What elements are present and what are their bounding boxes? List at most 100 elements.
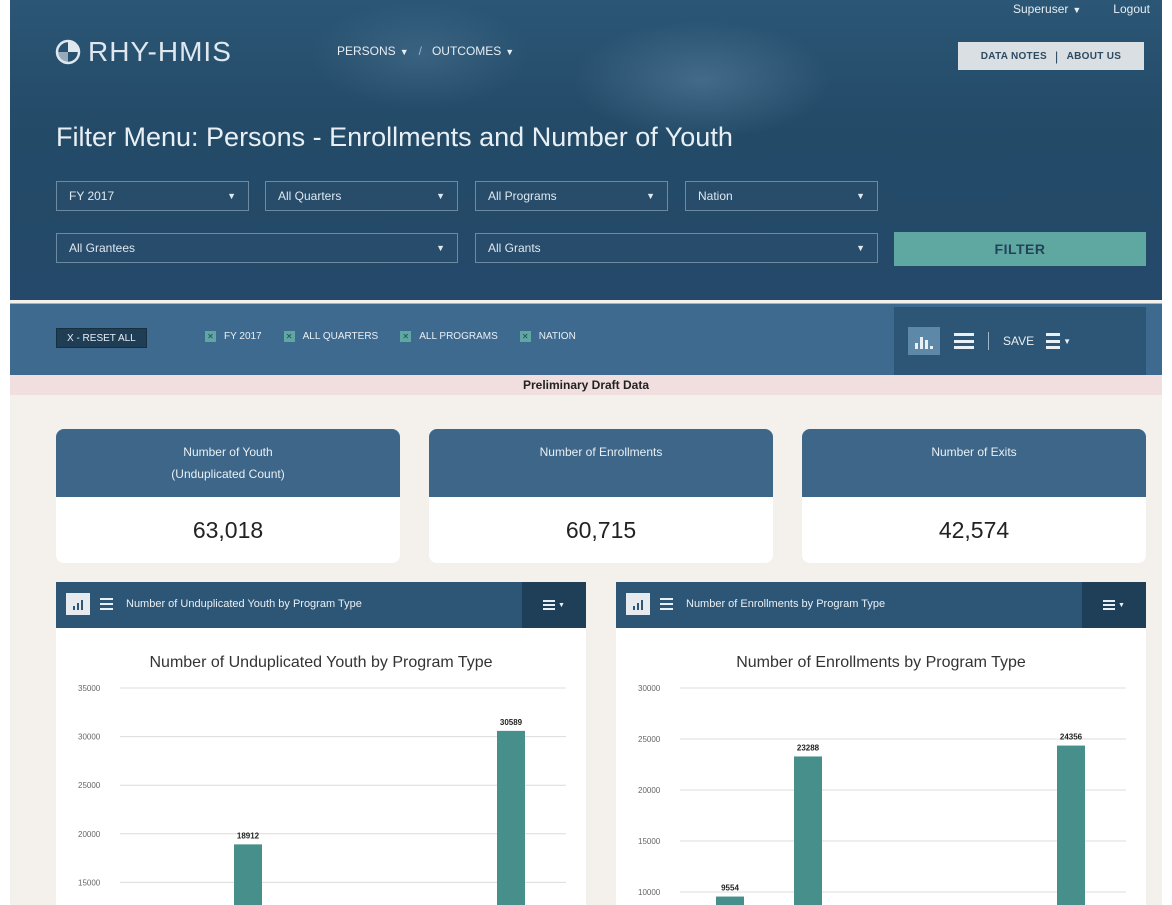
bar [497,730,525,905]
save-button[interactable]: SAVE [1003,334,1034,348]
y-tick-label: 25000 [78,781,101,790]
data-label: 23288 [797,743,820,752]
user-menu[interactable]: Superuser ▼ [1013,2,1081,16]
y-tick-label: 20000 [78,830,101,839]
kpi-header: Number of Enrollments [429,429,773,497]
data-label: 9554 [721,884,739,893]
year-select[interactable]: FY 2017 ▼ [56,181,249,211]
filter-button[interactable]: FILTER [894,232,1146,266]
chip-label: NATION [538,331,576,342]
quarter-select[interactable]: All Quarters ▼ [265,181,458,211]
y-tick-label: 35000 [78,684,101,693]
year-select-value: FY 2017 [69,189,115,203]
nav-persons[interactable]: PERSONS ▼ [337,44,409,58]
caret-down-icon: ▼ [856,191,865,201]
remove-icon[interactable]: ✕ [519,331,531,342]
draft-notice: Preliminary Draft Data [10,375,1162,395]
quarter-select-value: All Quarters [278,189,342,203]
data-label: 18912 [237,831,260,840]
nav-outcomes[interactable]: OUTCOMES ▼ [432,44,514,58]
active-filter-chips: ✕ FY 2017 ✕ ALL QUARTERS ✕ ALL PROGRAMS ✕ NA… [205,331,598,342]
toolbar-divider [988,332,989,350]
bar [794,756,822,905]
caret-down-icon: ▼ [646,191,655,201]
y-tick-label: 25000 [638,735,661,744]
caret-down-icon: ▼ [436,243,445,253]
table-view-icon[interactable] [954,333,974,349]
caret-down-icon: ▼ [856,243,865,253]
page-title: Filter Menu: Persons - Enrollments and N… [56,122,733,152]
kpi-label: Number of Youth [183,445,273,459]
chip-nation[interactable]: ✕ NATION [519,331,576,342]
kpi-header: Number of Exits [802,429,1146,497]
caret-down-icon: ▼ [505,47,515,57]
grantee-select[interactable]: All Grantees ▼ [56,233,458,263]
chip-quarters[interactable]: ✕ ALL QUARTERS [283,331,379,342]
kpi-label: Number of Enrollments [539,445,663,459]
app-frame: RHY-HMIS PERSONS ▼ / OUTCOMES ▼ Superuser ▼… [10,0,1162,905]
caret-down-icon: ▼ [1072,5,1082,15]
about-us-link[interactable]: ABOUT US [1067,51,1122,62]
kpi-label: Number of Exits [931,445,1017,459]
y-tick-label: 15000 [638,837,661,846]
y-tick-label: 10000 [638,888,661,897]
chart-view-icon[interactable] [908,327,940,355]
y-tick-label: 20000 [638,786,661,795]
caret-down-icon: ▼ [1063,336,1072,346]
kpi-sublabel: (Unduplicated Count) [171,467,285,481]
remove-icon[interactable]: ✕ [400,331,412,342]
grant-select-value: All Grants [488,241,541,255]
info-buttons: DATA NOTES | ABOUT US [958,42,1144,70]
bar [234,844,262,905]
data-label: 30589 [500,718,523,727]
bar [716,896,744,905]
chip-label: ALL QUARTERS [302,331,379,342]
kpi-value: 42,574 [938,516,1010,543]
bar-chart-enrollments: 10000 15000 20000 25000 30000 9554 23288 24356 [638,684,1126,905]
caret-down-icon: ▼ [436,191,445,201]
grantee-select-value: All Grantees [69,241,136,255]
kpi-card-youth: Number of Youth (Unduplicated Count) 63,… [56,429,400,563]
kpi-header: Number of Youth (Unduplicated Count) [56,429,400,497]
region-select-value: Nation [698,189,733,203]
kpi-value: 63,018 [192,516,264,543]
reset-all-button[interactable]: X - RESET ALL [56,328,147,348]
nav-persons-label: PERSONS [337,44,396,58]
kpi-card-enrollments: Number of Enrollments 60,715 [429,429,773,563]
info-divider: | [1054,48,1059,64]
nav-separator: / [418,44,422,58]
bar [1057,745,1085,905]
logo-icon [55,39,81,65]
caret-down-icon: ▼ [227,191,236,201]
header: RHY-HMIS PERSONS ▼ / OUTCOMES ▼ Superuser ▼… [10,0,1162,300]
top-nav: PERSONS ▼ / OUTCOMES ▼ [337,44,514,58]
program-select-value: All Programs [488,189,557,203]
data-notes-link[interactable]: DATA NOTES [981,51,1047,62]
y-tick-label: 30000 [638,684,661,693]
remove-icon[interactable]: ✕ [205,331,216,342]
chip-label: ALL PROGRAMS [419,331,498,342]
user-name: Superuser [1013,2,1069,16]
remove-icon[interactable]: ✕ [283,331,295,342]
logo-text: RHY-HMIS [88,36,232,67]
program-select[interactable]: All Programs ▼ [475,181,668,211]
user-bar: Superuser ▼ Logout [981,2,1150,16]
chip-label: FY 2017 [224,331,262,342]
view-toolbar: SAVE ▼ [894,307,1146,375]
chart-panel-enrollments: Number of Enrollments by Program Type ▼ … [616,582,1146,905]
kpi-value: 60,715 [565,516,637,543]
bar-chart-youth: 1500020000250003000035000112091891230589 [78,684,566,905]
data-label: 24356 [1060,733,1083,742]
region-select[interactable]: Nation ▼ [685,181,878,211]
logout-link[interactable]: Logout [1113,2,1150,16]
nav-outcomes-label: OUTCOMES [431,44,502,58]
y-tick-label: 30000 [78,733,101,742]
grant-select[interactable]: All Grants ▼ [475,233,878,263]
menu-icon[interactable]: ▼ [1046,333,1071,349]
chip-year[interactable]: ✕ FY 2017 [205,331,262,342]
kpi-card-exits: Number of Exits 42,574 [802,429,1146,563]
y-tick-label: 15000 [78,878,101,887]
chip-programs[interactable]: ✕ ALL PROGRAMS [400,331,498,342]
logo[interactable]: RHY-HMIS [54,36,232,68]
caret-down-icon: ▼ [399,47,409,57]
